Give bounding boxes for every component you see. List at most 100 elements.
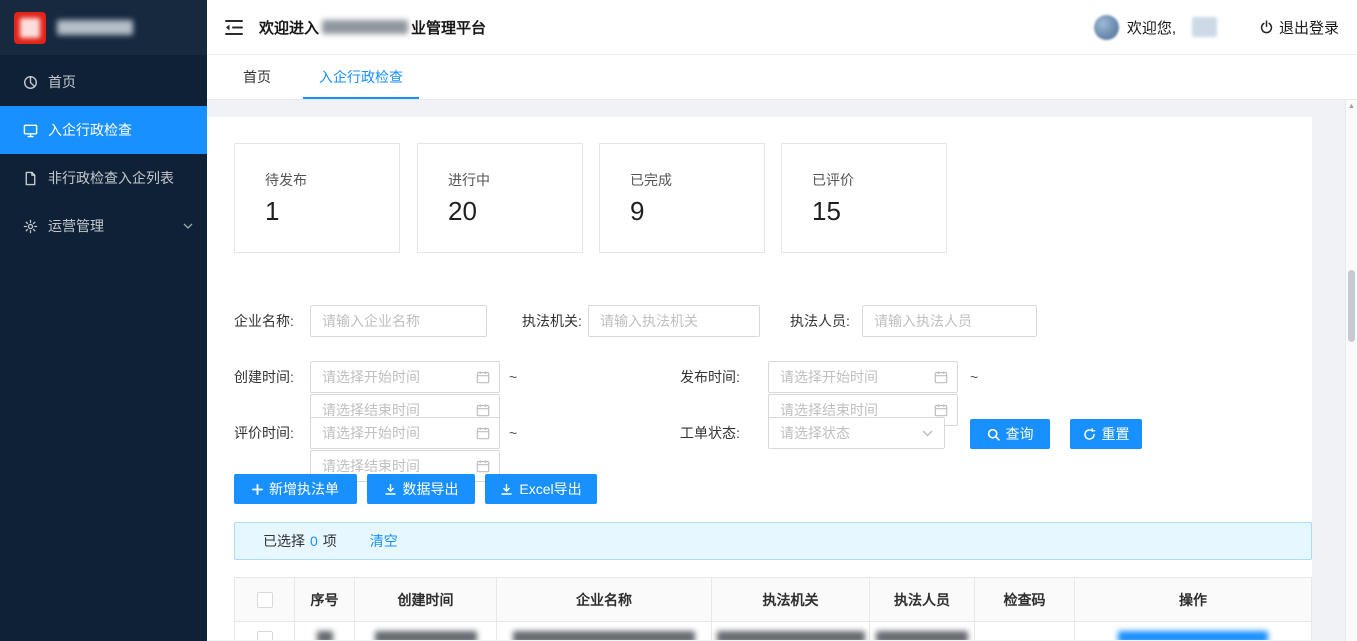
scrollbar-thumb[interactable] <box>1348 270 1355 342</box>
data-export-button[interactable]: 数据导出 <box>367 474 475 504</box>
menu-fold-icon <box>225 20 243 35</box>
chevron-down-icon <box>183 223 193 229</box>
plus-icon <box>252 484 263 495</box>
created-start-input[interactable] <box>311 362 476 392</box>
table-cell <box>975 622 1075 640</box>
logo-icon <box>14 12 46 44</box>
agency-label: 执法机关: <box>522 305 582 337</box>
download-icon <box>500 483 513 496</box>
data-table: 序号 创建时间 企业名称 执法机关 执法人员 检查码 操作 <box>234 577 1312 640</box>
excel-export-button[interactable]: Excel导出 <box>485 474 597 504</box>
tab-inspection[interactable]: 入企行政检查 <box>303 55 419 99</box>
evaluated-time-label: 评价时间: <box>234 417 294 449</box>
table-cell-actions <box>1075 622 1312 640</box>
add-enforcement-label: 新增执法单 <box>269 479 339 499</box>
published-start-field <box>768 361 958 393</box>
sidebar-item-label: 运营管理 <box>48 216 104 236</box>
sidebar-item-non-admin-list[interactable]: 非行政检查入企列表 <box>0 154 207 202</box>
range-separator: ~ <box>970 361 978 393</box>
dashboard-icon <box>23 75 38 90</box>
calendar-icon <box>934 370 948 384</box>
created-time-label: 创建时间: <box>234 361 294 393</box>
officer-input[interactable] <box>863 306 1036 336</box>
sidebar-item-inspection[interactable]: 入企行政检查 <box>0 106 207 154</box>
calendar-icon <box>476 370 490 384</box>
reset-button[interactable]: 重置 <box>1070 419 1142 449</box>
table-header-cell: 检查码 <box>975 578 1075 621</box>
evaluated-start-input[interactable] <box>311 418 476 448</box>
gear-icon <box>23 219 38 234</box>
greeting-text: 欢迎您, <box>1127 17 1176 38</box>
redacted-text <box>876 631 968 640</box>
tab-label: 入企行政检查 <box>319 67 403 87</box>
stat-card-pending: 待发布 1 <box>234 143 400 253</box>
published-start-input[interactable] <box>769 362 934 392</box>
calendar-icon <box>934 403 948 417</box>
redacted-action-link[interactable] <box>1118 631 1268 640</box>
company-name-input[interactable] <box>311 306 486 336</box>
stat-card-completed: 已完成 9 <box>599 143 765 253</box>
stat-value: 20 <box>448 196 477 227</box>
welcome-text: 欢迎进入 业管理平台 <box>259 17 486 38</box>
redacted-text <box>513 631 695 640</box>
stat-label: 已完成 <box>630 170 672 190</box>
refresh-icon <box>1083 428 1096 441</box>
page-scrollbar[interactable]: ▲ <box>1345 100 1357 641</box>
select-all-checkbox[interactable] <box>257 592 273 608</box>
selection-suffix: 项 <box>323 531 337 551</box>
stat-value: 15 <box>812 196 841 227</box>
logout-button[interactable]: 退出登录 <box>1259 17 1339 38</box>
created-start-field <box>310 361 500 393</box>
sidebar-menu: 首页 入企行政检查 非行政检查入企列表 运营管理 <box>0 55 207 250</box>
company-name-field <box>310 305 487 337</box>
clear-selection-link[interactable]: 清空 <box>370 531 398 551</box>
stat-value: 9 <box>630 196 644 227</box>
table-cell <box>497 622 712 640</box>
table-header-cell: 执法人员 <box>870 578 975 621</box>
redacted-username <box>1192 17 1217 37</box>
avatar[interactable] <box>1094 15 1119 40</box>
sidebar-item-label: 入企行政检查 <box>48 120 132 140</box>
sidebar-item-home[interactable]: 首页 <box>0 58 207 106</box>
document-icon <box>23 171 38 186</box>
stat-label: 待发布 <box>265 170 307 190</box>
stat-label: 已评价 <box>812 170 854 190</box>
main-area: 欢迎进入 业管理平台 欢迎您, 退出登录 首页 入企行政检查 <box>207 0 1357 641</box>
officer-field <box>862 305 1037 337</box>
table-header-cell: 执法机关 <box>712 578 870 621</box>
tab-home[interactable]: 首页 <box>227 55 287 99</box>
company-name-label: 企业名称: <box>234 305 294 337</box>
table-header-checkbox-cell <box>234 578 295 621</box>
order-status-label: 工单状态: <box>680 417 740 449</box>
row-checkbox[interactable] <box>257 631 273 640</box>
sidebar: 首页 入企行政检查 非行政检查入企列表 运营管理 <box>0 0 207 641</box>
order-status-select[interactable]: 请选择状态 <box>768 417 945 449</box>
stat-label: 进行中 <box>448 170 490 190</box>
selection-prefix: 已选择 <box>263 531 305 551</box>
tab-label: 首页 <box>243 67 271 87</box>
stat-card-in-progress: 进行中 20 <box>417 143 583 253</box>
welcome-prefix: 欢迎进入 <box>259 17 319 38</box>
menu-collapse-button[interactable] <box>221 14 247 40</box>
app-root: 首页 入企行政检查 非行政检查入企列表 运营管理 欢迎进入 <box>0 0 1357 641</box>
tab-bar: 首页 入企行政检查 <box>207 55 1357 100</box>
agency-field <box>588 305 760 337</box>
add-enforcement-button[interactable]: 新增执法单 <box>234 474 357 504</box>
reset-button-label: 重置 <box>1102 424 1130 444</box>
table-row <box>234 622 1312 640</box>
calendar-icon <box>476 426 490 440</box>
sidebar-item-label: 首页 <box>48 72 76 92</box>
scrollbar-up-arrow[interactable]: ▲ <box>1346 100 1357 113</box>
download-icon <box>384 483 397 496</box>
redacted-logo-text <box>57 20 133 35</box>
agency-input[interactable] <box>589 306 759 336</box>
search-button[interactable]: 查询 <box>970 419 1050 449</box>
range-separator: ~ <box>509 361 517 393</box>
table-cell <box>870 622 975 640</box>
redacted-text <box>375 631 477 640</box>
evaluated-start-field <box>310 417 500 449</box>
sidebar-item-operations[interactable]: 运营管理 <box>0 202 207 250</box>
content-area: 待发布 1 进行中 20 已完成 9 已评价 15 企业名称: <box>207 100 1357 641</box>
table-cell-checkbox <box>234 622 295 640</box>
redacted-logo-glyph <box>20 18 40 38</box>
